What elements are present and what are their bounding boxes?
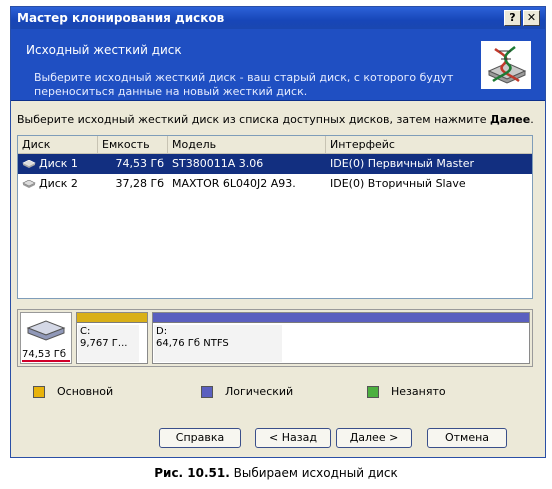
disk-list[interactable]: Диск Емкость Модель Интерфейс Диск 1 74,… <box>17 135 533 299</box>
partition-bar-primary <box>77 313 147 323</box>
partition-legend: Основной Логический Незанято <box>33 385 533 401</box>
partition-map: 74,53 Гб C: 9,767 Г... D: 64,76 Гб NTFS <box>17 309 533 367</box>
close-button[interactable]: ✕ <box>523 10 540 26</box>
free-swatch <box>367 385 379 398</box>
column-capacity[interactable]: Емкость <box>98 136 168 154</box>
disk-row-2[interactable]: Диск 2 37,28 Гб MAXTOR 6L040J2 A93. IDE(… <box>18 174 532 194</box>
next-button[interactable]: Далее > <box>336 428 412 448</box>
window-title: Мастер клонирования дисков <box>17 11 225 25</box>
page-title: Исходный жесткий диск <box>26 43 182 57</box>
partition-bar-logical <box>153 313 529 323</box>
selected-underline <box>22 360 70 362</box>
partition-detail: 64,76 Гб NTFS <box>156 338 229 349</box>
disk-model: ST380011A 3.06 <box>172 157 264 170</box>
hard-disk-icon <box>22 180 36 188</box>
clone-disk-icon <box>481 41 531 89</box>
help-button[interactable]: Справка <box>159 428 241 448</box>
column-disk[interactable]: Диск <box>18 136 98 154</box>
hard-disk-icon <box>22 160 36 168</box>
legend-primary: Основной <box>33 385 113 398</box>
primary-swatch <box>33 385 45 398</box>
partition-d[interactable]: D: 64,76 Гб NTFS <box>152 312 530 364</box>
disk-name: Диск 2 <box>39 177 78 190</box>
help-title-button[interactable]: ? <box>504 10 521 26</box>
cancel-button[interactable]: Отмена <box>427 428 507 448</box>
partition-detail: 9,767 Г... <box>80 338 128 349</box>
disk-name: Диск 1 <box>39 157 78 170</box>
disk-model: MAXTOR 6L040J2 A93. <box>172 177 296 190</box>
wizard-header: Исходный жесткий диск Выберите исходный … <box>11 29 545 101</box>
hard-disk-icon <box>26 320 66 341</box>
instruction-text: Выберите исходный жесткий диск из списка… <box>17 113 534 126</box>
selected-disk-box[interactable]: 74,53 Гб <box>20 312 72 364</box>
disk-interface: IDE(0) Вторичный Slave <box>330 177 466 190</box>
legend-free: Незанято <box>367 385 446 398</box>
clone-wizard-window: Мастер клонирования дисков ? ✕ Исходный … <box>10 6 546 458</box>
figure-caption: Рис. 10.51. Выбираем исходный диск <box>154 466 398 480</box>
column-model[interactable]: Модель <box>168 136 326 154</box>
partition-c[interactable]: C: 9,767 Г... <box>76 312 148 364</box>
partition-name: D: <box>156 326 168 337</box>
disk-capacity: 37,28 Гб <box>115 177 164 190</box>
list-header: Диск Емкость Модель Интерфейс <box>18 136 532 154</box>
legend-logical: Логический <box>201 385 293 398</box>
title-bar: Мастер клонирования дисков ? ✕ <box>11 7 545 29</box>
disk-interface: IDE(0) Первичный Master <box>330 157 474 170</box>
partition-name: C: <box>80 326 91 337</box>
disk-capacity-label: 74,53 Гб <box>22 349 67 360</box>
page-description: Выберите исходный жесткий диск - ваш ста… <box>34 71 454 98</box>
column-interface[interactable]: Интерфейс <box>326 136 532 154</box>
back-button[interactable]: < Назад <box>255 428 331 448</box>
disk-capacity: 74,53 Гб <box>115 157 164 170</box>
logical-swatch <box>201 385 213 398</box>
disk-row-1[interactable]: Диск 1 74,53 Гб ST380011A 3.06 IDE(0) Пе… <box>18 154 532 174</box>
